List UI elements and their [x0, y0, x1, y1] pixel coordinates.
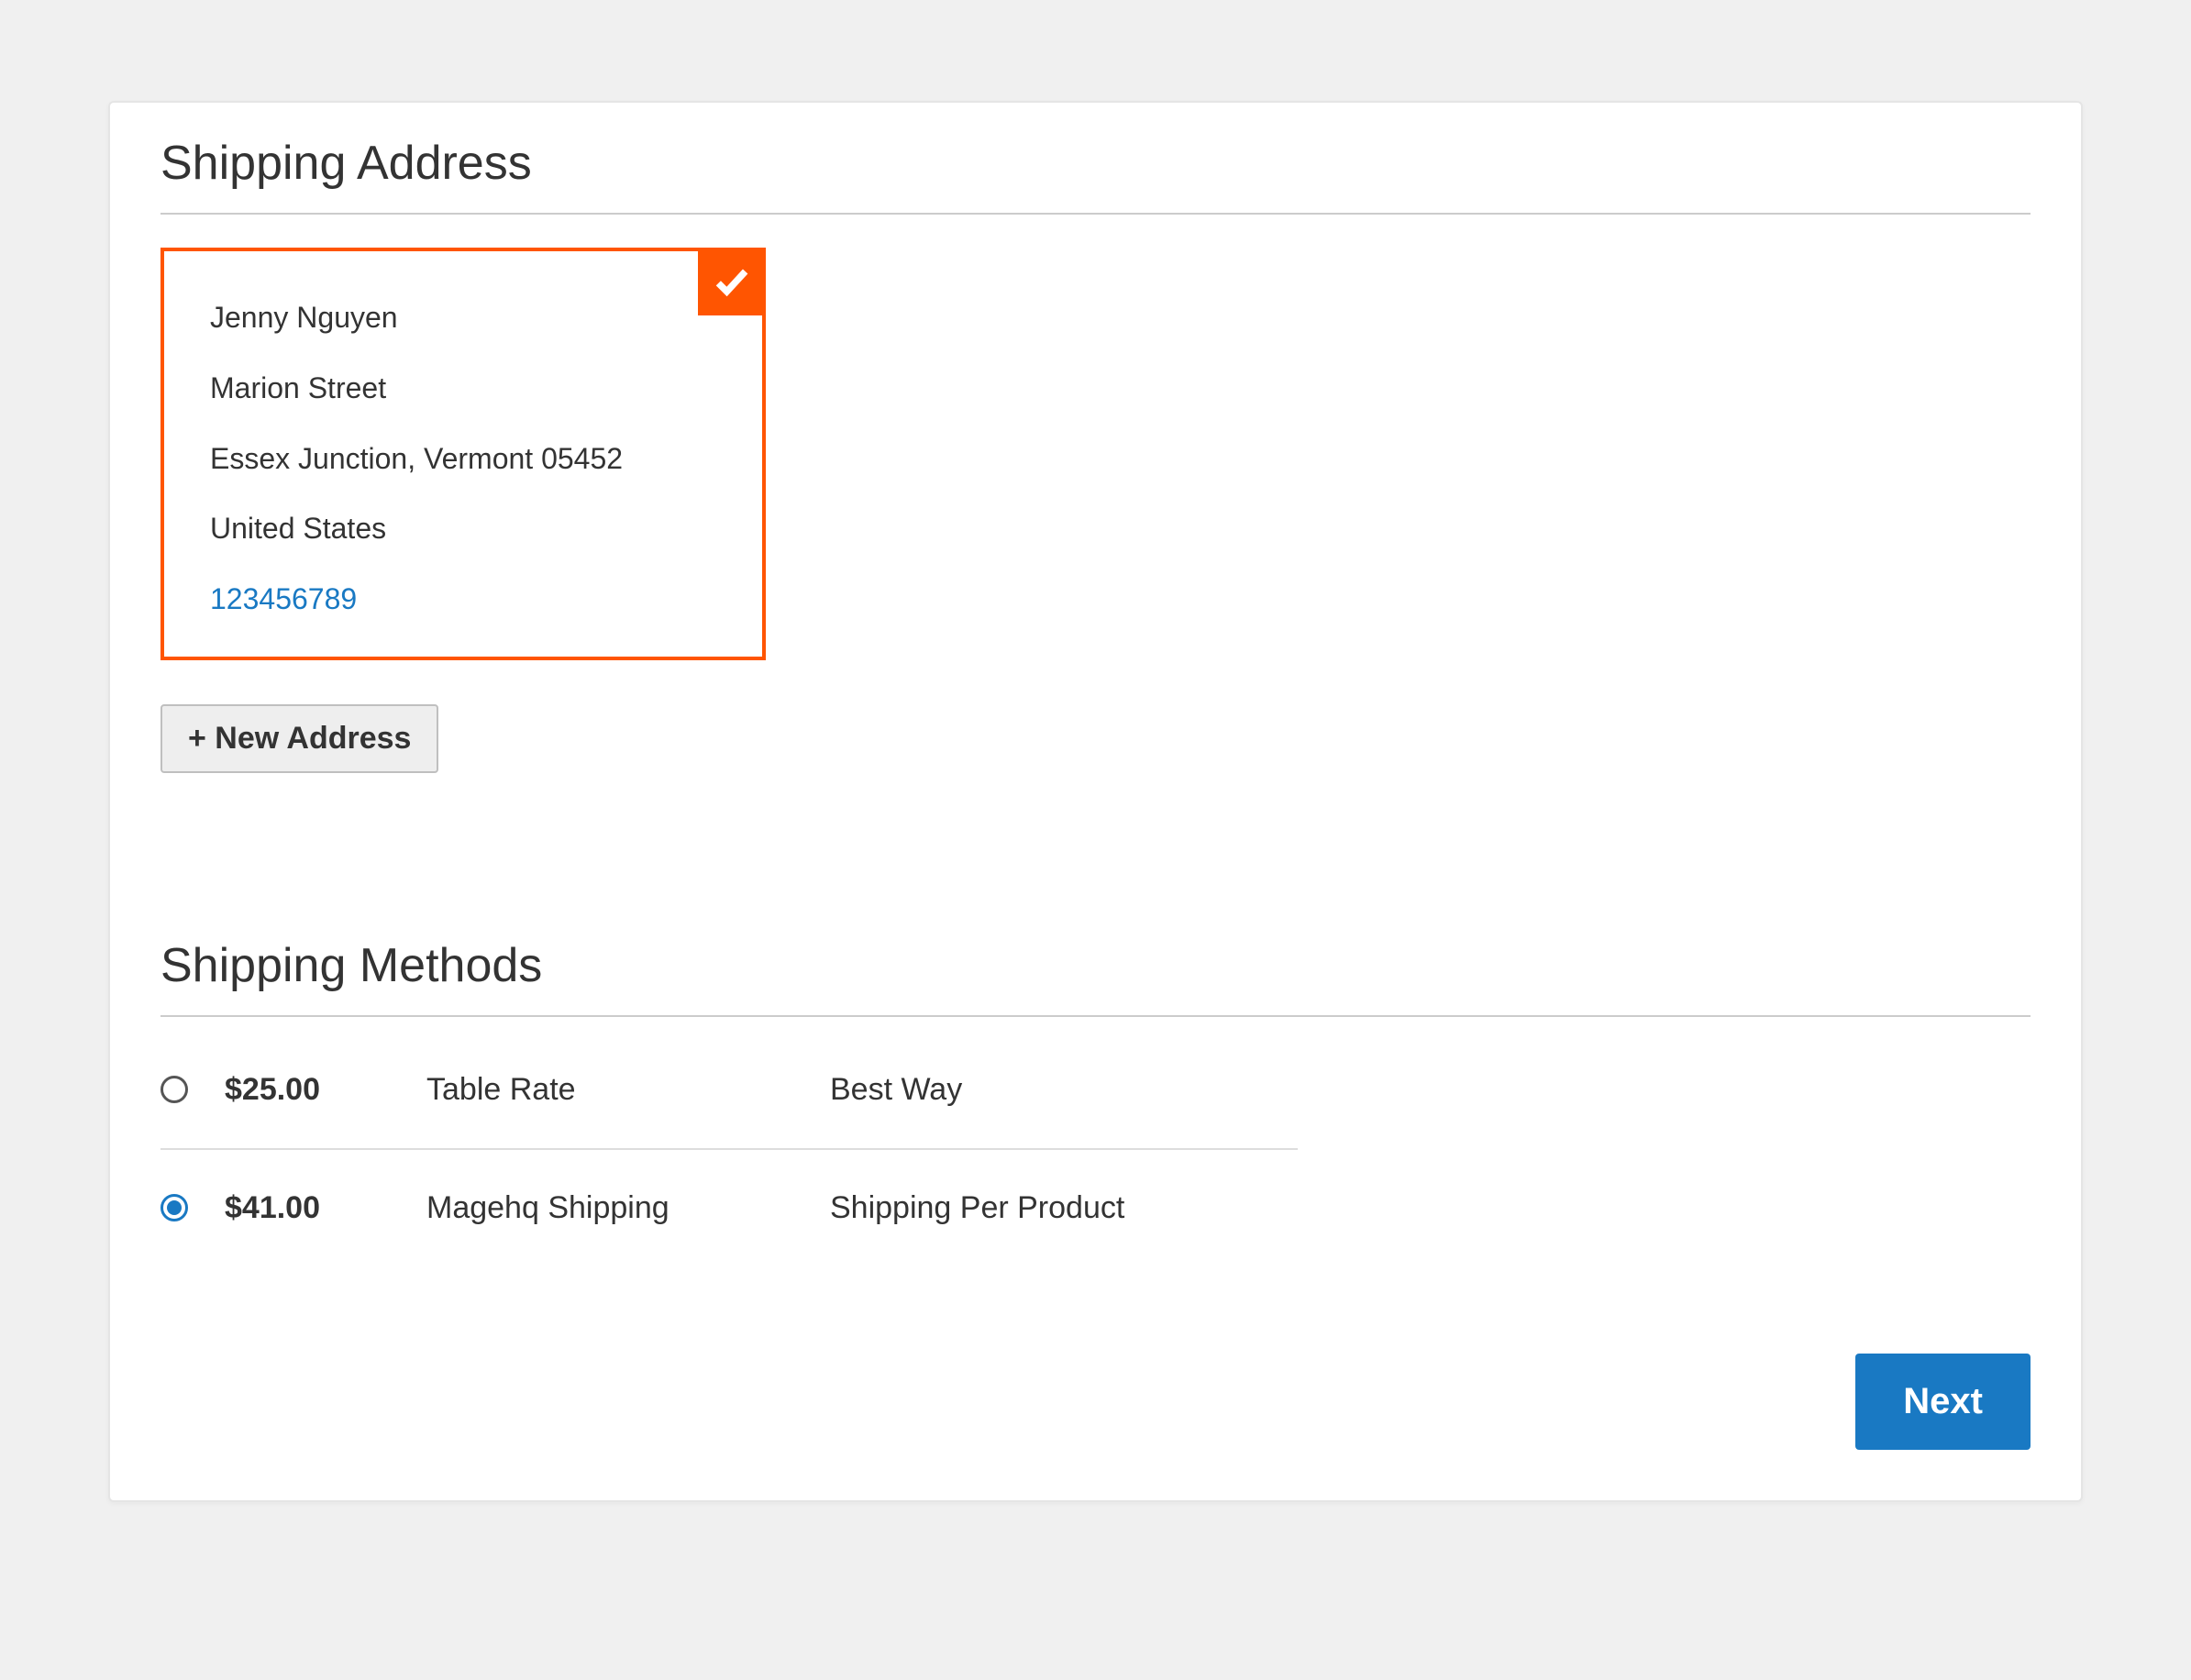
- shipping-method-radio[interactable]: [160, 1076, 188, 1103]
- address-city-state-postal-line: Essex Junction, Vermont 05452: [210, 438, 716, 480]
- shipping-methods-table: $25.00 Table Rate Best Way $41.00 Magehq…: [160, 1032, 2031, 1266]
- radio-cell: [160, 1076, 225, 1103]
- shipping-methods-title: Shipping Methods: [160, 938, 2031, 1017]
- shipping-method-price: $41.00: [225, 1190, 426, 1226]
- shipping-address-card[interactable]: Jenny Nguyen Marion Street Essex Junctio…: [160, 248, 766, 660]
- next-button[interactable]: Next: [1855, 1354, 2031, 1450]
- shipping-method-name: Magehq Shipping: [426, 1190, 830, 1226]
- address-country-line: United States: [210, 508, 716, 549]
- shipping-method-radio[interactable]: [160, 1194, 188, 1221]
- address-street-line: Marion Street: [210, 368, 716, 409]
- selected-check-badge: [698, 248, 766, 315]
- shipping-method-carrier: Best Way: [830, 1072, 1289, 1108]
- checkout-card: Shipping Address Jenny Nguyen Marion Str…: [108, 101, 2083, 1502]
- shipping-address-title: Shipping Address: [160, 136, 2031, 215]
- shipping-method-row[interactable]: $25.00 Table Rate Best Way: [160, 1032, 2031, 1148]
- radio-cell: [160, 1194, 225, 1221]
- new-address-button[interactable]: + New Address: [160, 704, 438, 773]
- check-icon: [712, 261, 752, 302]
- page-container: Shipping Address Jenny Nguyen Marion Str…: [0, 0, 2191, 1603]
- shipping-method-row[interactable]: $41.00 Magehq Shipping Shipping Per Prod…: [160, 1150, 2031, 1266]
- address-name-line: Jenny Nguyen: [210, 297, 716, 338]
- shipping-method-price: $25.00: [225, 1072, 426, 1108]
- address-phone-link[interactable]: 123456789: [210, 579, 716, 620]
- shipping-method-carrier: Shipping Per Product: [830, 1190, 1289, 1226]
- shipping-methods-section: Shipping Methods $25.00 Table Rate Best …: [160, 938, 2031, 1450]
- actions-row: Next: [160, 1354, 2031, 1450]
- shipping-method-name: Table Rate: [426, 1072, 830, 1108]
